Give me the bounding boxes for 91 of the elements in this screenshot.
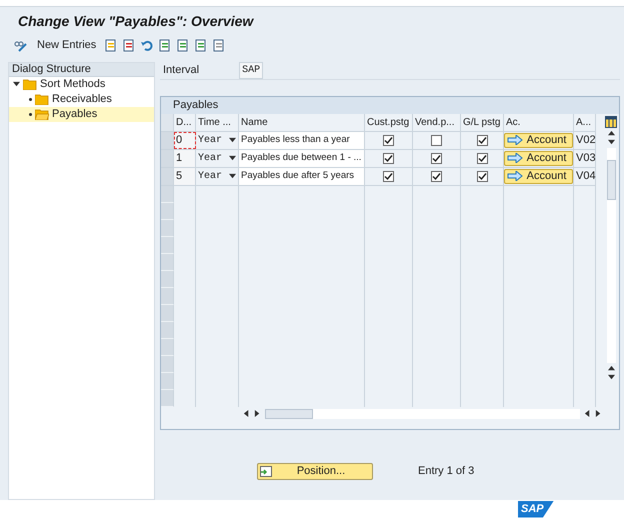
table-cell[interactable]: Year (198, 150, 222, 166)
account-button[interactable]: Account (504, 132, 573, 148)
table-cell[interactable]: 0 (174, 132, 196, 149)
dropdown-caret-icon[interactable] (229, 136, 236, 144)
delete-icon[interactable] (123, 39, 136, 52)
table-cell[interactable]: Payables due after 5 years (239, 168, 365, 185)
table-cell[interactable]: Payables less than a year (239, 132, 365, 149)
arrow-icon (507, 135, 523, 146)
scroll-up-icon[interactable] (608, 130, 614, 137)
details-icon[interactable] (213, 39, 226, 52)
table-cell[interactable]: Year (198, 132, 222, 148)
undo-icon[interactable] (141, 39, 154, 52)
table-cell[interactable]: Payables due between 1 - ... (239, 150, 365, 167)
row-selector[interactable] (161, 288, 174, 305)
checkbox[interactable] (476, 134, 488, 146)
column-header[interactable]: A... (574, 114, 596, 131)
column-header[interactable]: Ac. (504, 114, 574, 131)
table-cell[interactable]: 1 (174, 150, 196, 167)
scroll-left-icon[interactable] (584, 410, 591, 418)
account-button[interactable]: Account (504, 150, 573, 166)
column-header[interactable]: Name (239, 114, 365, 131)
dropdown-caret-icon[interactable] (229, 154, 236, 162)
arrow-icon (507, 171, 523, 182)
checkbox[interactable] (431, 152, 442, 164)
glasses-pencil-icon[interactable] (14, 40, 28, 52)
position-icon (260, 466, 272, 477)
row-selector[interactable] (161, 254, 174, 271)
row-selector[interactable] (161, 372, 174, 390)
table-cell[interactable]: Year (198, 168, 222, 184)
tree-item[interactable]: Receivables (9, 92, 154, 107)
tree-item[interactable]: Payables (9, 106, 154, 122)
scroll-right-icon[interactable] (595, 410, 602, 418)
checkbox[interactable] (431, 170, 442, 182)
column-header[interactable]: Vend.p... (413, 114, 461, 131)
checkbox[interactable] (476, 170, 488, 182)
checkbox[interactable] (383, 152, 394, 164)
row-selector[interactable] (161, 132, 174, 149)
select-block-icon[interactable] (177, 39, 190, 52)
deselect-all-icon[interactable] (195, 39, 208, 52)
dropdown-caret-icon[interactable] (229, 172, 236, 180)
row-selector[interactable] (161, 390, 174, 407)
position-button[interactable]: Position... (257, 462, 373, 480)
row-selector[interactable] (161, 168, 174, 185)
tree-item[interactable]: Sort Methods (9, 76, 154, 92)
interval-field[interactable]: SAP (239, 62, 264, 79)
table-cell[interactable]: 5 (174, 168, 196, 185)
checkbox[interactable] (431, 134, 442, 146)
checkbox[interactable] (383, 134, 394, 146)
column-header[interactable]: Time ... (196, 114, 239, 131)
column-header[interactable]: G/L pstg (461, 114, 504, 131)
row-selector[interactable] (161, 356, 174, 373)
row-selector[interactable] (161, 202, 174, 220)
scroll-up-icon[interactable] (608, 364, 614, 372)
column-header[interactable]: Cust.pstg (365, 114, 413, 131)
account-button[interactable]: Account (504, 168, 573, 184)
arrow-icon (507, 153, 523, 164)
table-title: Payables (161, 96, 619, 114)
table-cell: V04 (574, 168, 596, 185)
column-settings-icon[interactable] (605, 116, 617, 128)
row-selector[interactable] (161, 304, 174, 322)
row-selector[interactable] (161, 220, 174, 237)
bullet-icon (29, 112, 32, 116)
panel-header: Dialog Structure (9, 62, 154, 77)
window-title: Change View "Payables": Overview (17, 12, 255, 31)
select-all-icon[interactable] (159, 39, 172, 52)
table-cell: V02 (574, 132, 596, 149)
checkbox[interactable] (383, 170, 394, 182)
row-selector[interactable] (161, 338, 174, 356)
row-selector[interactable] (161, 270, 174, 288)
scroll-down-icon[interactable] (608, 138, 614, 146)
horizontal-scrollbar[interactable] (265, 408, 580, 419)
copy-icon[interactable] (105, 39, 118, 52)
row-selector[interactable] (161, 236, 174, 254)
scroll-right-icon[interactable] (254, 410, 261, 418)
scroll-left-icon[interactable] (243, 410, 250, 418)
scrollbar-track[interactable] (606, 148, 616, 363)
checkbox[interactable] (476, 152, 488, 164)
scroll-down-icon[interactable] (608, 374, 614, 381)
entry-count: Entry 1 of 3 (418, 464, 474, 479)
expanded-caret-icon[interactable] (13, 80, 20, 88)
new-entries-button[interactable]: New Entries (33, 37, 100, 54)
row-selector[interactable] (161, 322, 174, 339)
interval-label: Interval (163, 62, 200, 78)
sap-logo: SAP (518, 501, 554, 518)
open-folder-icon (35, 108, 49, 120)
select-all-corner[interactable] (161, 114, 174, 131)
row-selector[interactable] (161, 186, 174, 203)
row-selector[interactable] (161, 150, 174, 167)
bullet-icon (29, 98, 32, 101)
column-header[interactable]: D... (174, 114, 196, 131)
table-cell: V03 (574, 150, 596, 167)
